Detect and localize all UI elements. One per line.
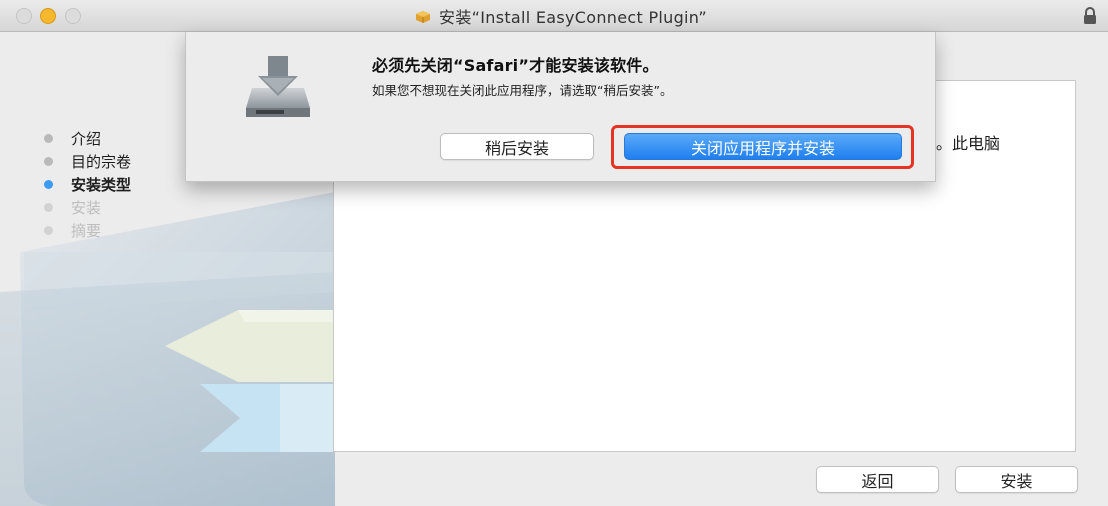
annotation-highlight-box bbox=[611, 125, 914, 169]
step-install-type: 安装类型 bbox=[44, 173, 131, 196]
step-label: 介绍 bbox=[71, 130, 102, 148]
lock-icon[interactable] bbox=[1082, 7, 1098, 25]
title-bar: 安装“Install EasyConnect Plugin” bbox=[0, 0, 1108, 32]
step-bullet bbox=[44, 157, 53, 166]
step-label: 安装 bbox=[71, 199, 102, 217]
step-introduction: 介绍 bbox=[44, 127, 131, 150]
dialog-message: 如果您不想现在关闭此应用程序，请选取“稍后安装”。 bbox=[372, 83, 673, 98]
dialog-title: 必须先关闭“Safari”才能安装该软件。 bbox=[372, 56, 659, 75]
back-button[interactable]: 返回 bbox=[816, 466, 939, 493]
step-label: 摘要 bbox=[71, 222, 102, 240]
step-bullet-active bbox=[44, 180, 53, 189]
step-summary: 摘要 bbox=[44, 219, 131, 242]
package-icon bbox=[416, 10, 431, 23]
step-bullet bbox=[44, 203, 53, 212]
step-destination: 目的宗卷 bbox=[44, 150, 131, 173]
window-title: 安装“Install EasyConnect Plugin” bbox=[439, 8, 707, 27]
step-installation: 安装 bbox=[44, 196, 131, 219]
install-later-button[interactable]: 稍后安装 bbox=[440, 133, 594, 160]
step-bullet bbox=[44, 226, 53, 235]
install-steps-list: 介绍 目的宗卷 安装类型 安装 摘要 bbox=[44, 127, 131, 242]
step-label: 安装类型 bbox=[71, 176, 132, 194]
installer-window: 安装“Install EasyConnect Plugin” 介绍 目的宗卷 安… bbox=[0, 0, 1108, 506]
install-button[interactable]: 安装 bbox=[955, 466, 1078, 493]
window-title-group: 安装“Install EasyConnect Plugin” bbox=[0, 0, 1108, 32]
installer-disk-icon bbox=[246, 56, 310, 117]
step-label: 目的宗卷 bbox=[71, 153, 132, 171]
step-bullet bbox=[44, 134, 53, 143]
